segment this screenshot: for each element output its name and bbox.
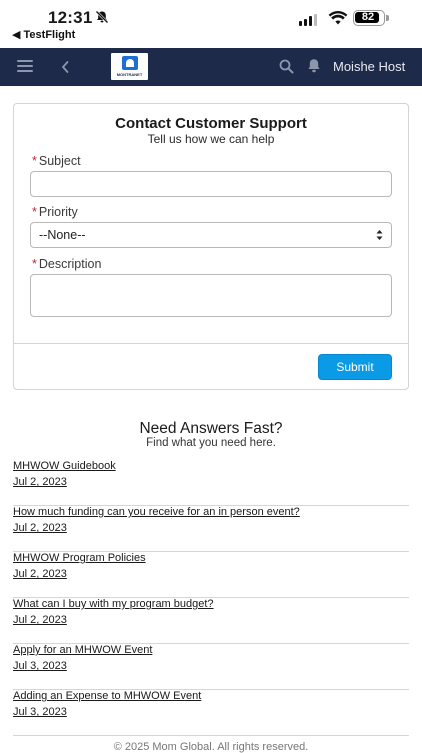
faq-date-link[interactable]: Jul 2, 2023 <box>13 568 67 580</box>
required-marker: * <box>32 205 37 219</box>
logo-text: MONTRANET <box>116 72 143 77</box>
company-logo[interactable]: MONTRANET <box>111 53 148 80</box>
faq-title: Need Answers Fast? <box>139 420 283 437</box>
battery-level: 82 <box>361 11 375 23</box>
description-textarea[interactable] <box>30 274 392 317</box>
subject-input[interactable] <box>30 171 392 197</box>
faq-date-link[interactable]: Jul 3, 2023 <box>13 706 67 718</box>
faq-question-link[interactable]: Apply for an MHWOW Event <box>13 644 152 656</box>
hamburger-menu-icon[interactable] <box>17 60 33 73</box>
footer-copyright: © 2025 Mom Global. All rights reserved. <box>113 741 309 753</box>
form-divider <box>14 343 408 344</box>
subject-label-text: Subject <box>38 154 81 168</box>
battery-icon: 82 <box>353 10 389 26</box>
faq-subtitle: Find what you need here. <box>146 437 276 449</box>
bell-slash-icon <box>95 10 109 24</box>
faq-question-link[interactable]: MHWOW Guidebook <box>13 460 116 472</box>
priority-selected-value: --None-- <box>39 228 86 242</box>
user-name[interactable]: Moishe Host <box>333 59 405 74</box>
wifi-icon <box>328 10 348 25</box>
faq-date-link[interactable]: Jul 2, 2023 <box>13 614 67 626</box>
list-item: How much funding can you receive for an … <box>13 506 409 552</box>
notification-bell-icon[interactable] <box>307 58 321 74</box>
description-label-text: Description <box>38 257 102 271</box>
form-subtitle: Tell us how we can help <box>147 132 275 146</box>
search-icon[interactable] <box>279 59 294 74</box>
cellular-signal-icon <box>299 12 317 26</box>
faq-date-link[interactable]: Jul 2, 2023 <box>13 476 67 488</box>
list-item: MHWOW Guidebook Jul 2, 2023 <box>13 460 409 506</box>
contact-support-form: Contact Customer Support Tell us how we … <box>13 103 409 390</box>
faq-date-link[interactable]: Jul 3, 2023 <box>13 660 67 672</box>
submit-button[interactable]: Submit <box>318 354 392 380</box>
back-to-testflight-link[interactable]: ◀ TestFlight <box>12 28 75 41</box>
status-time: 12:31 <box>48 8 93 27</box>
list-item: MHWOW Program Policies Jul 2, 2023 <box>13 552 409 598</box>
priority-select[interactable]: --None-- <box>30 222 392 248</box>
form-title: Contact Customer Support <box>115 115 307 132</box>
faq-date-link[interactable]: Jul 2, 2023 <box>13 522 67 534</box>
required-marker: * <box>32 154 37 168</box>
list-item: Apply for an MHWOW Event Jul 3, 2023 <box>13 644 409 690</box>
list-item: What can I buy with my program budget? J… <box>13 598 409 644</box>
required-marker: * <box>32 257 37 271</box>
app-header: MONTRANET Moishe Host <box>0 48 422 86</box>
chevron-left-icon[interactable] <box>60 59 70 75</box>
ios-status-bar: 12:31 ◀ TestFlight 82 <box>0 0 422 48</box>
priority-label-text: Priority <box>38 205 78 219</box>
description-label: * Description <box>32 257 101 271</box>
select-arrows-icon <box>376 230 383 240</box>
list-item: Adding an Expense to MHWOW Event Jul 3, … <box>13 690 409 736</box>
faq-question-link[interactable]: MHWOW Program Policies <box>13 552 146 564</box>
logo-mark <box>122 56 138 70</box>
faq-question-link[interactable]: What can I buy with my program budget? <box>13 598 214 610</box>
faq-question-link[interactable]: How much funding can you receive for an … <box>13 506 300 518</box>
subject-label: * Subject <box>32 154 81 168</box>
priority-label: * Priority <box>32 205 78 219</box>
faq-question-link[interactable]: Adding an Expense to MHWOW Event <box>13 690 201 702</box>
